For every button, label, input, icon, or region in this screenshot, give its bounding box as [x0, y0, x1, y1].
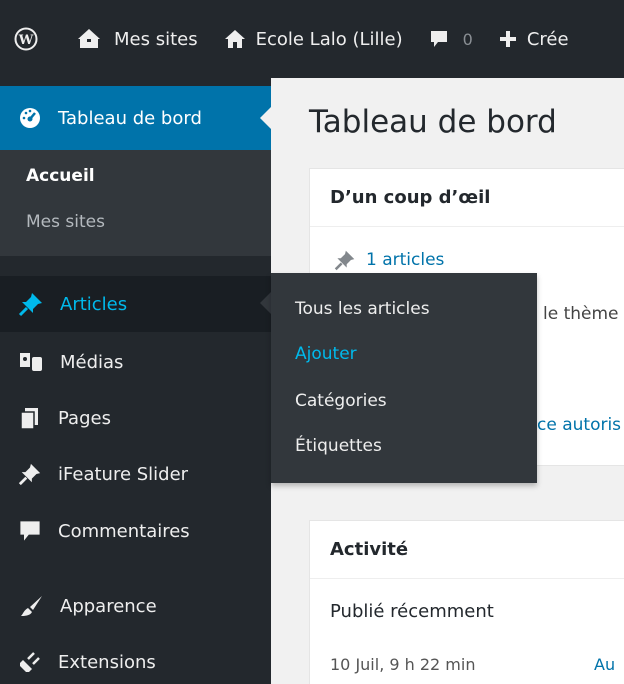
- pushpin-icon: [18, 463, 41, 486]
- home-icon: [224, 30, 245, 48]
- articles-flyout-menu: Tous les articles Ajouter Catégories Éti…: [271, 273, 537, 483]
- flyout-tags[interactable]: Étiquettes: [295, 436, 382, 456]
- page-title: Tableau de bord: [309, 104, 557, 140]
- menu-extensions-label: Extensions: [58, 651, 156, 673]
- menu-articles-label: Articles: [60, 293, 128, 315]
- post-date: 10 Juil, 9 h 22 min: [330, 655, 476, 674]
- comment-bubble-icon: [430, 31, 447, 47]
- flyout-categories[interactable]: Catégories: [295, 391, 387, 411]
- menu-dashboard[interactable]: Tableau de bord: [0, 86, 271, 150]
- comments-menu[interactable]: 0: [429, 29, 473, 49]
- site-name-label: Ecole Lalo (Lille): [255, 28, 403, 50]
- menu-comments[interactable]: Commentaires: [0, 503, 271, 559]
- menu-medias-label: Médias: [60, 351, 124, 373]
- activity-heading[interactable]: Activité: [310, 521, 624, 579]
- menu-comments-label: Commentaires: [58, 520, 190, 542]
- pushpin-icon: [18, 293, 42, 317]
- menu-appearance-label: Apparence: [60, 595, 157, 617]
- site-name-menu[interactable]: Ecole Lalo (Lille): [224, 29, 403, 50]
- menu-dashboard-label: Tableau de bord: [58, 107, 202, 129]
- recently-published-heading: Publié récemment: [330, 601, 494, 622]
- submenu-home[interactable]: Accueil: [26, 166, 95, 186]
- menu-extensions[interactable]: Extensions: [0, 634, 271, 684]
- new-content-label: Crée: [526, 28, 569, 50]
- menu-ifeature-slider[interactable]: iFeature Slider: [0, 446, 271, 502]
- menu-medias[interactable]: Médias: [0, 334, 271, 390]
- comments-count: 0: [462, 29, 473, 49]
- svg-text:W: W: [18, 33, 34, 48]
- activity-panel: Activité Publié récemment 10 Juil, 9 h 2…: [309, 520, 624, 684]
- menu-appearance[interactable]: Apparence: [0, 578, 271, 634]
- my-sites-label: Mes sites: [114, 28, 198, 50]
- authorized-text-fragment[interactable]: ce autoris: [537, 415, 621, 435]
- menu-pages[interactable]: Pages: [0, 390, 271, 446]
- my-sites-icon: [78, 29, 100, 48]
- pushpin-icon: [334, 250, 355, 271]
- menu-articles[interactable]: Articles: [0, 276, 271, 332]
- submenu-my-sites[interactable]: Mes sites: [26, 212, 105, 232]
- plus-icon: [499, 31, 516, 47]
- dashboard-submenu: Accueil Mes sites: [0, 150, 271, 256]
- dashboard-gauge-icon: [20, 108, 40, 128]
- my-sites-menu[interactable]: Mes sites: [74, 28, 198, 50]
- plugin-icon: [20, 652, 40, 672]
- menu-ifeature-slider-label: iFeature Slider: [58, 463, 189, 485]
- articles-count-label: 1 articles: [366, 250, 445, 270]
- flyout-all-articles[interactable]: Tous les articles: [295, 299, 430, 319]
- new-content-menu[interactable]: Crée: [499, 29, 569, 50]
- articles-count-link[interactable]: 1 articles: [334, 249, 444, 271]
- wordpress-logo[interactable]: W: [14, 27, 48, 51]
- admin-sidebar: Tableau de bord Accueil Mes sites Articl…: [0, 78, 271, 684]
- wordpress-icon: W: [14, 27, 38, 51]
- post-title-link[interactable]: Au: [594, 655, 615, 674]
- menu-pages-label: Pages: [58, 407, 111, 429]
- media-icon: [20, 353, 42, 371]
- theme-text-fragment: le thème: [543, 304, 619, 324]
- flyout-add-new[interactable]: Ajouter: [295, 344, 357, 364]
- admin-bar: W Mes sites Ecole Lalo (Lille) 0 Crée: [0, 0, 624, 78]
- pages-icon: [20, 408, 38, 430]
- paintbrush-icon: [21, 596, 42, 616]
- comment-bubble-icon: [20, 521, 40, 541]
- at-a-glance-heading[interactable]: D’un coup d’œil: [310, 169, 624, 227]
